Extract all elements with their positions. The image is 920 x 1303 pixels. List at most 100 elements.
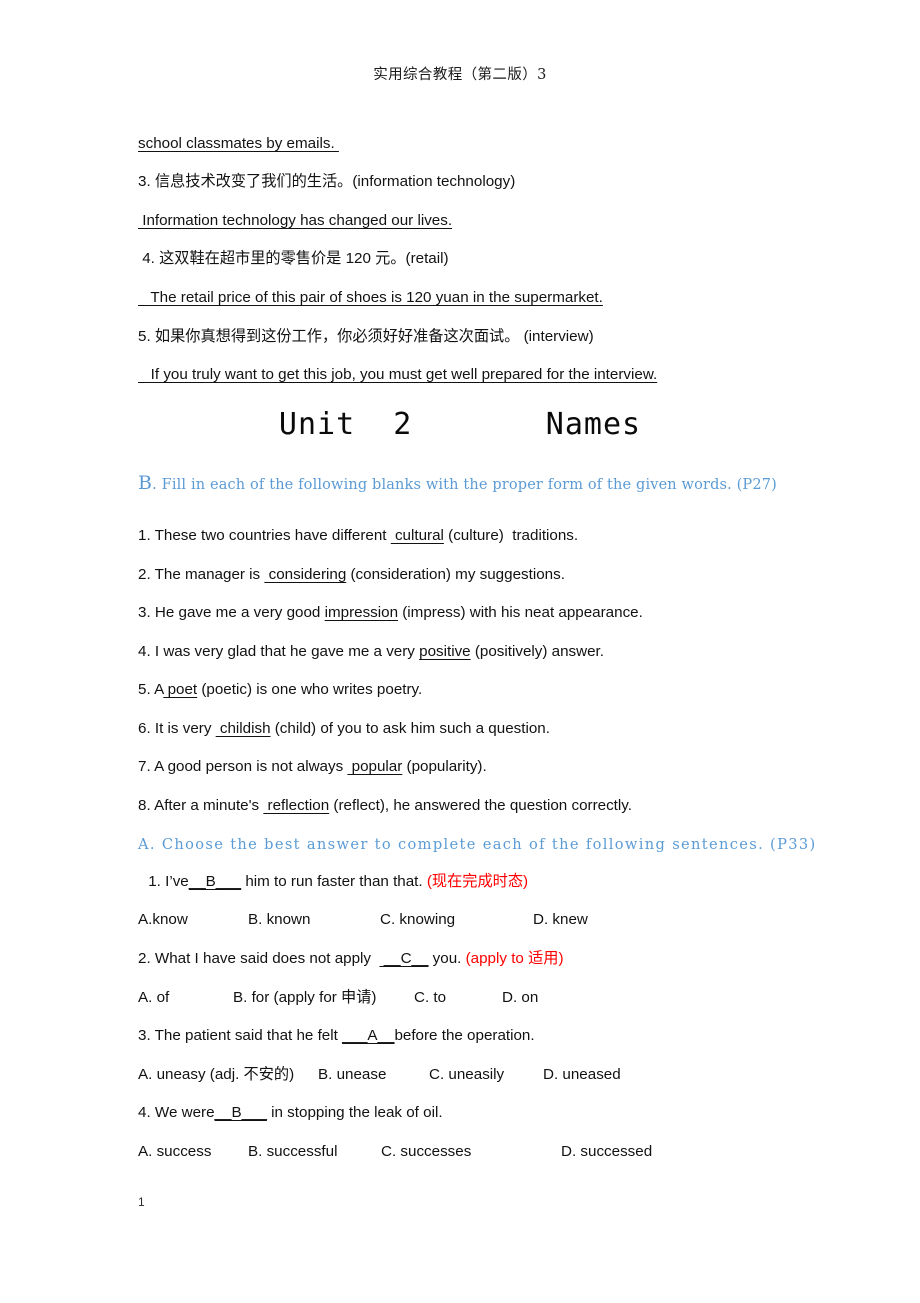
fill-blank-item-7: 7. A good person is not always popular (… — [138, 757, 487, 777]
item-text-after: (culture) traditions. — [443, 527, 579, 544]
option-d[interactable]: D. successed — [561, 1142, 652, 1162]
item-number: 8. — [138, 797, 155, 814]
translation-answer-5: If you truly want to get this job, you m… — [138, 365, 658, 385]
fill-blank-item-6: 6. It is very childish (child) of you to… — [138, 719, 550, 739]
item-text-after: (consideration) my suggestions. — [346, 566, 565, 583]
item-text-before: A good person is not always — [154, 758, 348, 775]
option-a[interactable]: A.know — [138, 910, 248, 930]
item-answer: childish — [215, 720, 271, 737]
question-note: (apply to 适用) — [465, 950, 564, 967]
question-text-before: What I have said does not apply — [154, 950, 380, 967]
choice-question-3: 3. The patient said that he felt ___A__b… — [138, 1026, 535, 1046]
unit-title: Unit 2 Names — [278, 407, 642, 442]
question-number: 4. — [138, 1104, 155, 1121]
item-text-before: These two countries have different — [154, 527, 391, 544]
translation-prompt-5: 5. 如果你真想得到这份工作，你必须好好准备这次面试。 (interview) — [138, 328, 594, 345]
question-number: 3. — [138, 1027, 155, 1044]
fill-blank-item-2: 2. The manager is considering (considera… — [138, 565, 565, 585]
translation-answer-3: Information technology has changed our l… — [138, 211, 452, 231]
option-a[interactable]: A. success — [138, 1142, 248, 1162]
fill-blank-item-3: 3. He gave me a very good impression (im… — [138, 603, 643, 623]
item-text-before: I was very glad that he gave me a very — [154, 643, 420, 660]
translation-continuation-line: school classmates by emails. — [138, 134, 339, 154]
translation-prompt-4: 4. 这双鞋在超市里的零售价是 120 元。(retail) — [138, 250, 449, 267]
option-c[interactable]: C. uneasily — [429, 1065, 543, 1085]
section-b-heading: B. Fill in each of the following blanks … — [138, 474, 777, 495]
item-text-before: The manager is — [154, 566, 265, 583]
option-c[interactable]: C. knowing — [380, 910, 533, 930]
choice-question-1: 1. I’ve__B___ him to run faster than tha… — [144, 872, 528, 892]
item-number: 2. — [138, 566, 155, 583]
question-answer-blank: __B___ — [214, 1104, 267, 1121]
item-answer: considering — [264, 566, 347, 583]
item-number: 5. — [138, 681, 155, 698]
item-number: 6. — [138, 720, 155, 737]
question-answer-blank: __B___ — [188, 873, 242, 890]
fill-blank-item-1: 1. These two countries have different cu… — [138, 526, 578, 546]
fill-blank-item-4: 4. I was very glad that he gave me a ver… — [138, 642, 604, 662]
item-answer: poet — [163, 681, 198, 698]
question-text-after: in stopping the leak of oil. — [266, 1104, 443, 1121]
question-note: (现在完成时态) — [426, 873, 529, 890]
underlined-answer-text: Information technology has changed our l… — [138, 212, 453, 229]
item-text-before: He gave me a very good — [154, 604, 325, 621]
item-answer: popular — [347, 758, 403, 775]
question-text-before: We were — [154, 1104, 215, 1121]
item-answer: impression — [324, 604, 399, 621]
item-number: 7. — [138, 758, 155, 775]
underlined-answer-text: If you truly want to get this job, you m… — [138, 366, 658, 383]
underlined-answer-text: school classmates by emails. — [138, 135, 339, 152]
running-header: 实用综合教程（第二版）3 — [373, 67, 547, 83]
question-number: 1. — [144, 873, 166, 890]
option-b[interactable]: B. for (apply for 申请) — [233, 988, 414, 1008]
item-text-after: (impress) with his neat appearance. — [398, 604, 643, 621]
item-text-after: (positively) answer. — [470, 643, 604, 660]
item-text-before: A — [154, 681, 164, 698]
document-page: 实用综合教程（第二版）3 school classmates by emails… — [0, 0, 920, 1303]
section-b-heading-text: . Fill in each of the following blanks w… — [152, 477, 777, 493]
choice-options-2: A. of B. for (apply for 申请) C. to D. on — [138, 988, 782, 1008]
question-text-before: The patient said that he felt — [154, 1027, 343, 1044]
item-answer: reflection — [263, 797, 330, 814]
question-text-after: you. — [428, 950, 466, 967]
option-c[interactable]: C. to — [414, 988, 502, 1008]
option-b[interactable]: B. known — [248, 910, 380, 930]
item-text-before: It is very — [154, 720, 216, 737]
item-number: 3. — [138, 604, 155, 621]
option-c[interactable]: C. successes — [381, 1142, 561, 1162]
option-a[interactable]: A. uneasy (adj. 不安的) — [138, 1065, 318, 1085]
item-number: 4. — [138, 643, 155, 660]
question-text-before: I’ve — [165, 873, 189, 890]
question-number: 2. — [138, 950, 155, 967]
item-answer: cultural — [390, 527, 444, 544]
option-d[interactable]: D. on — [502, 988, 538, 1008]
item-text-after: (reflect), he answered the question corr… — [329, 797, 632, 814]
question-answer-blank: __C__ — [379, 950, 429, 967]
item-number: 1. — [138, 527, 155, 544]
option-d[interactable]: D. uneased — [543, 1065, 621, 1085]
option-b[interactable]: B. successful — [248, 1142, 381, 1162]
option-d[interactable]: D. knew — [533, 910, 588, 930]
item-text-after: (child) of you to ask him such a questio… — [270, 720, 550, 737]
underlined-answer-text: The retail price of this pair of shoes i… — [138, 289, 603, 306]
question-text-after: before the operation. — [394, 1027, 535, 1044]
item-text-after: (poetic) is one who writes poetry. — [197, 681, 423, 698]
question-answer-blank: ___A__ — [342, 1027, 395, 1044]
option-b[interactable]: B. unease — [318, 1065, 429, 1085]
choice-options-4: A. success B. successful C. successes D. su… — [138, 1142, 782, 1162]
translation-prompt-3: 3. 信息技术改变了我们的生活。(information technology) — [138, 173, 516, 190]
fill-blank-item-8: 8. After a minute's reflection (reflect)… — [138, 796, 632, 816]
section-b-letter: B — [138, 472, 153, 494]
section-a-heading: A. Choose the best answer to complete ea… — [138, 836, 817, 853]
option-a[interactable]: A. of — [138, 988, 233, 1008]
item-answer: positive — [419, 643, 471, 660]
translation-answer-4: The retail price of this pair of shoes i… — [138, 288, 603, 308]
fill-blank-item-5: 5. A poet (poetic) is one who writes poe… — [138, 680, 422, 700]
choice-question-4: 4. We were__B___ in stopping the leak of… — [138, 1103, 443, 1123]
item-text-after: (popularity). — [402, 758, 487, 775]
choice-question-2: 2. What I have said does not apply __C__… — [138, 949, 564, 969]
question-text-after: him to run faster than that. — [241, 873, 427, 890]
item-text-before: After a minute's — [154, 797, 264, 814]
page-number: 1 — [138, 1195, 145, 1209]
choice-options-3: A. uneasy (adj. 不安的) B. unease C. uneasily… — [138, 1065, 782, 1085]
